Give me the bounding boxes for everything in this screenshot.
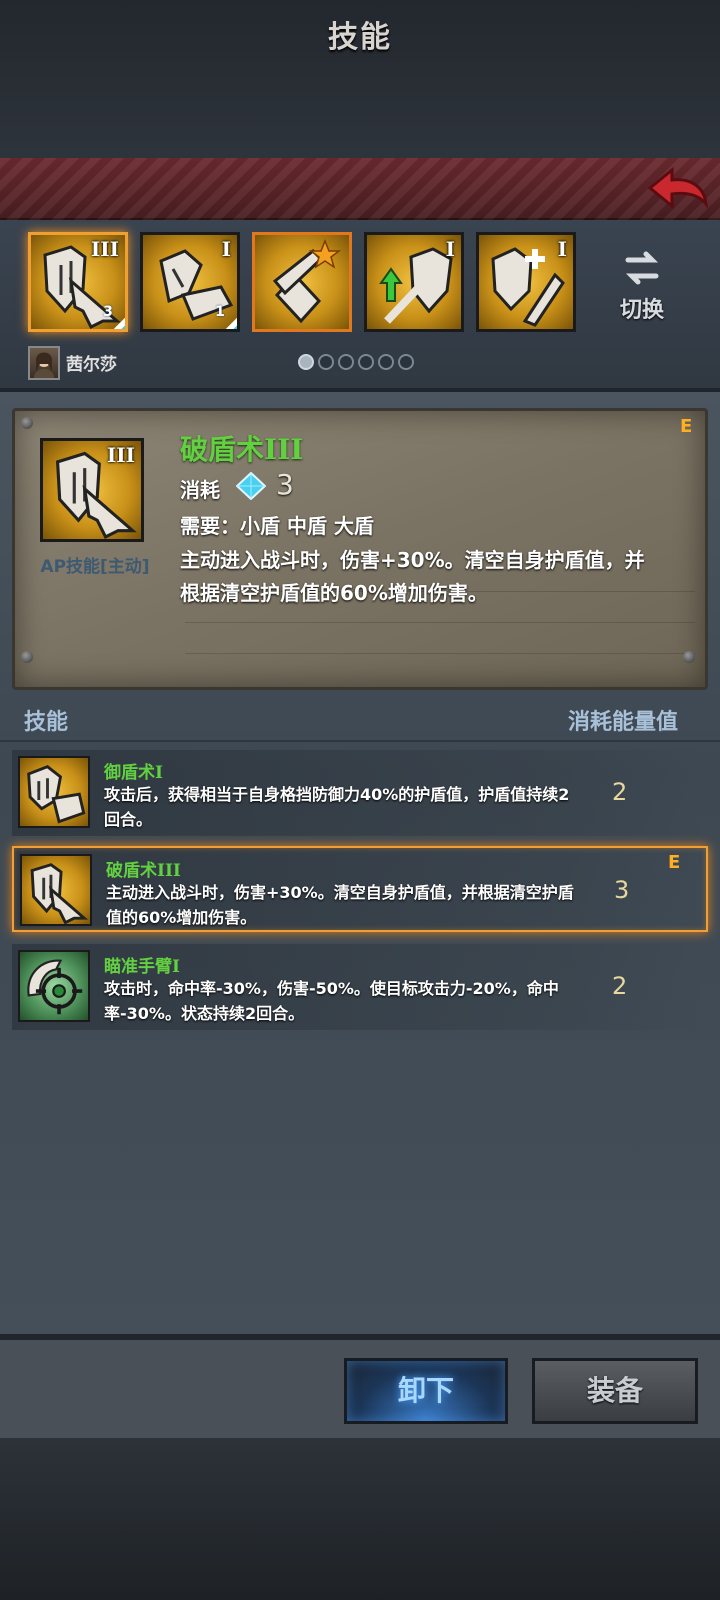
character-avatar[interactable] <box>28 346 60 380</box>
unequip-button[interactable]: 卸下 <box>344 1358 508 1424</box>
equip-button[interactable]: 装备 <box>532 1358 698 1424</box>
shield-pierce-icon <box>30 863 89 924</box>
skill-name: 瞄准手臂I <box>104 957 180 977</box>
gem-icon: 3 <box>95 301 125 329</box>
back-button[interactable] <box>646 164 710 216</box>
skill-cost: 2 <box>612 778 628 806</box>
detail-skill-icon: III <box>40 438 144 542</box>
equipped-mark: E <box>680 416 693 437</box>
skill-icon <box>18 756 90 828</box>
skill-level: I <box>557 237 567 261</box>
page-dot[interactable] <box>318 354 334 370</box>
equipped-mark: E <box>668 852 681 873</box>
cost-value: 3 <box>276 468 294 501</box>
shield-bash-icon <box>272 238 342 324</box>
skill-list-item[interactable]: 瞄准手臂I 攻击时，命中率-30%，伤害-50%。使目标攻击力-20%，命中率-… <box>12 944 708 1030</box>
page-title: 技能 <box>328 20 392 55</box>
skill-level: I <box>221 237 231 261</box>
back-arrow-icon <box>647 166 709 210</box>
swap-arrows-icon <box>625 251 659 285</box>
skill-slot-2[interactable]: I 1 <box>140 232 240 332</box>
skill-level: I <box>445 237 455 261</box>
cost-label: 消耗 <box>180 478 220 502</box>
gem-icon: 1 <box>207 301 237 329</box>
page-dot[interactable] <box>358 354 374 370</box>
list-header-skill: 技能 <box>24 710 69 735</box>
skill-name: 御盾术I <box>104 763 163 783</box>
skill-type: AP技能[主动] <box>40 557 150 577</box>
skill-cost: 2 <box>612 972 628 1000</box>
shield-break-icon <box>27 765 86 824</box>
requirement-text: 需要：小盾 中盾 大盾 <box>180 514 374 538</box>
skill-list-item[interactable]: 御盾术I 攻击后，获得相当于自身格挡防御力40%的护盾值，护盾值持续2回合。 2 <box>12 750 708 836</box>
gem-icon <box>235 471 267 501</box>
skill-icon <box>20 854 92 926</box>
skill-level: III <box>90 237 119 261</box>
title-bar <box>0 158 720 220</box>
skill-description: 攻击后，获得相当于自身格挡防御力40%的护盾值，护盾值持续2回合。 <box>104 785 570 829</box>
divider <box>0 740 720 742</box>
skill-level: III <box>106 443 135 467</box>
skill-description: 主动进入战斗时，伤害+30%。清空自身护盾值，并根据清空护盾值的60%增加伤害。 <box>106 883 574 927</box>
page-dot[interactable] <box>298 354 314 370</box>
page-dot[interactable] <box>398 354 414 370</box>
list-header-cost: 消耗能量值 <box>568 710 679 735</box>
crosshair-icon <box>27 959 83 1015</box>
skill-list-item-selected[interactable]: 破盾术III 主动进入战斗时，伤害+30%。清空自身护盾值，并根据清空护盾值的6… <box>12 846 708 932</box>
skill-cost: 3 <box>614 876 630 904</box>
switch-button[interactable]: 切换 <box>612 248 672 328</box>
skill-slot-4[interactable]: I <box>364 232 464 332</box>
skill-description: 主动进入战斗时，伤害+30%。清空自身护盾值，并根据清空护盾值的60%增加伤害。 <box>180 548 645 605</box>
skill-description: 攻击时，命中率-30%，伤害-50%。使目标攻击力-20%，命中率-30%。状态… <box>104 979 559 1023</box>
detail-skill-name: 破盾术III <box>180 433 304 466</box>
page-dot[interactable] <box>338 354 354 370</box>
page-indicator <box>298 354 414 372</box>
skill-icon <box>18 950 90 1022</box>
skill-slot-3[interactable] <box>252 232 352 332</box>
skill-name: 破盾术III <box>106 861 181 881</box>
page-dot[interactable] <box>378 354 394 370</box>
skill-slot-5[interactable]: I <box>476 232 576 332</box>
bottom-background <box>0 1438 720 1600</box>
skill-slot-1[interactable]: III 3 <box>28 232 128 332</box>
character-name: 茜尔莎 <box>66 355 117 375</box>
